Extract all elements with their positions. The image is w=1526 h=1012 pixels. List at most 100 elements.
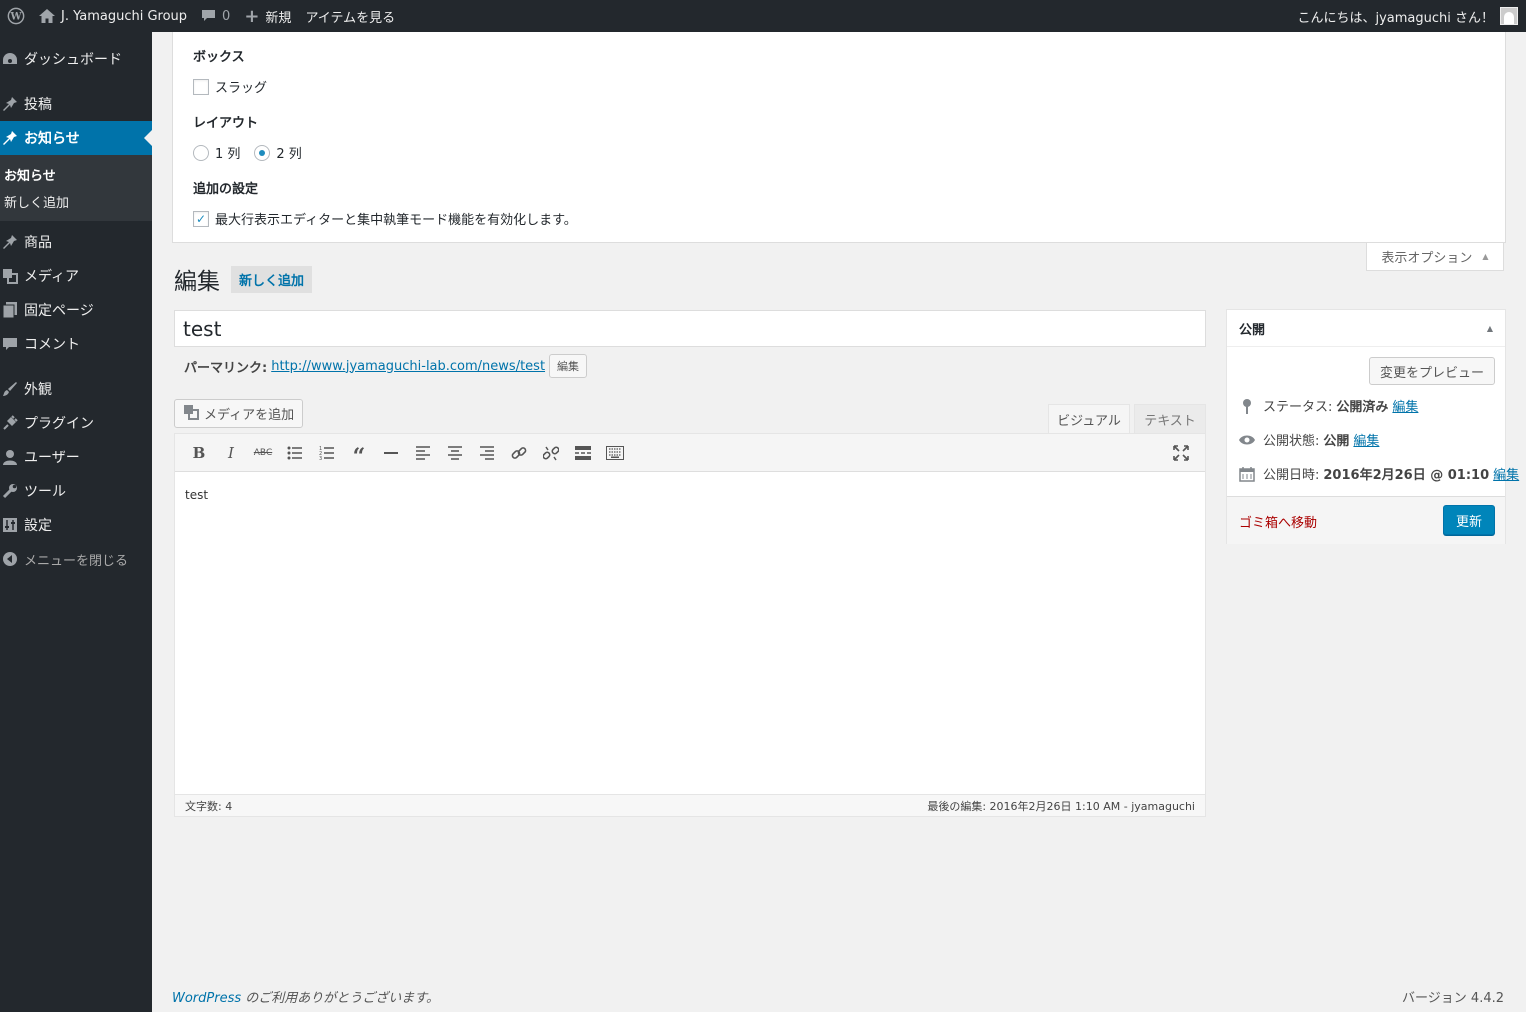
page-icon — [0, 302, 24, 318]
blockquote-icon[interactable]: “ — [343, 439, 375, 470]
my-account-link[interactable]: こんにちは、jyamaguchi さん！ — [1290, 0, 1526, 32]
plugin-icon — [0, 415, 24, 431]
visibility-value: 公開 — [1323, 434, 1350, 449]
avatar — [1500, 7, 1518, 25]
pin-icon — [0, 130, 24, 146]
add-new-button[interactable]: 新しく追加 — [231, 265, 313, 293]
post-title-input[interactable] — [174, 310, 1206, 347]
checkmark-icon: ✓ — [195, 211, 207, 226]
menu-pages[interactable]: 固定ページ — [0, 293, 152, 327]
menu-dashboard[interactable]: ダッシュボード — [0, 42, 152, 76]
read-more-icon[interactable] — [567, 439, 599, 467]
menu-label: ユーザー — [24, 450, 80, 466]
menu-settings[interactable]: 設定 — [0, 508, 152, 542]
bold-icon[interactable]: B — [183, 439, 215, 467]
layout-2col-label: 2 列 — [276, 147, 302, 162]
menu-media[interactable]: メディア — [0, 259, 152, 293]
menu-appearance[interactable]: 外観 — [0, 372, 152, 406]
wordpress-link[interactable]: WordPress — [172, 991, 241, 1006]
menu-news[interactable]: お知らせ — [0, 121, 152, 155]
menu-plugins[interactable]: プラグイン — [0, 406, 152, 440]
menu-label: 設定 — [24, 518, 52, 534]
editor-expand-checkbox[interactable]: ✓ — [193, 210, 209, 227]
menu-users[interactable]: ユーザー — [0, 440, 152, 474]
menu-comments[interactable]: コメント — [0, 327, 152, 361]
horizontal-line-icon[interactable] — [375, 439, 407, 467]
pin-icon — [0, 234, 24, 250]
eye-icon — [1237, 434, 1257, 446]
arrow-up-icon: ▲ — [1482, 252, 1489, 261]
footer-thanks: WordPress のご利用ありがとうございます。 — [172, 987, 439, 1006]
comments-link[interactable]: 0 — [194, 0, 237, 32]
slug-label: スラッグ — [215, 81, 268, 96]
visibility-row: 公開状態: 公開 編集 — [1237, 430, 1379, 449]
status-edit-link[interactable]: 編集 — [1392, 396, 1418, 415]
visibility-edit-link[interactable]: 編集 — [1353, 430, 1379, 449]
layout-2col-radio[interactable] — [254, 144, 271, 161]
italic-icon[interactable]: I — [215, 439, 247, 467]
publish-header[interactable]: 公開 ▲ — [1227, 310, 1505, 347]
collapse-menu-button[interactable]: メニューを閉じる — [0, 542, 152, 576]
pin-icon — [0, 96, 24, 112]
page-title: 編集 — [174, 269, 220, 295]
fullscreen-icon[interactable] — [1165, 439, 1197, 467]
layout-1col-radio[interactable] — [193, 144, 209, 161]
footer-thanks-text: のご利用ありがとうございます。 — [241, 991, 439, 1006]
editor-content-area[interactable]: test — [175, 472, 1205, 794]
preview-button[interactable]: 変更をプレビュー — [1368, 357, 1495, 385]
permalink-link[interactable]: http://www.jyamaguchi-lab.com/news/test — [271, 359, 545, 374]
menu-tools[interactable]: ツール — [0, 474, 152, 508]
visibility-label: 公開状態: — [1263, 434, 1320, 449]
layout-heading: レイアウト — [193, 116, 259, 131]
editor-toolbar: B I ABC 123 “ — [175, 434, 1205, 472]
layout-options: 1 列 2 列 — [193, 143, 1485, 162]
admin-bar: W J. Yamaguchi Group 0 + 新規 アイテムを見る こんにち… — [0, 0, 1526, 32]
collapse-label: メニューを閉じる — [24, 553, 129, 569]
wordpress-logo[interactable]: W — [0, 0, 32, 32]
submenu-news-all[interactable]: お知らせ — [0, 161, 152, 188]
toolbar-toggle-icon[interactable] — [599, 439, 631, 467]
new-content-link[interactable]: + 新規 — [237, 0, 298, 32]
align-right-icon[interactable] — [471, 439, 503, 467]
date-edit-link[interactable]: 編集 — [1493, 464, 1519, 483]
link-icon[interactable] — [503, 439, 535, 467]
svg-text:W: W — [9, 12, 22, 23]
numbered-list-icon[interactable]: 123 — [311, 439, 343, 467]
page-heading: 編集 新しく追加 — [174, 262, 313, 296]
permalink-edit-button[interactable]: 編集 — [549, 354, 588, 378]
menu-posts[interactable]: 投稿 — [0, 87, 152, 121]
site-name-link[interactable]: J. Yamaguchi Group — [32, 0, 194, 32]
update-button[interactable]: 更新 — [1443, 505, 1495, 535]
align-left-icon[interactable] — [407, 439, 439, 467]
editor-expand-option[interactable]: ✓ 最大行表示エディターと集中執筆モード機能を有効化します。 — [193, 209, 1485, 228]
word-count: 文字数: 4 — [185, 799, 233, 813]
align-center-icon[interactable] — [439, 439, 471, 467]
view-item-link[interactable]: アイテムを見る — [298, 0, 402, 32]
slug-option[interactable]: スラッグ — [193, 77, 1485, 96]
arrow-up-icon[interactable]: ▲ — [1487, 324, 1493, 333]
move-to-trash-link[interactable]: ゴミ箱へ移動 — [1239, 512, 1317, 531]
unlink-icon[interactable] — [535, 439, 567, 467]
greeting: こんにちは、jyamaguchi さん！ — [1297, 10, 1494, 26]
bullet-list-icon[interactable] — [279, 439, 311, 467]
comment-icon — [0, 337, 24, 351]
permalink-label: パーマリンク: — [184, 360, 268, 376]
add-media-button[interactable]: メディアを追加 — [174, 399, 304, 428]
plus-icon: + — [244, 5, 260, 27]
tab-visual[interactable]: ビジュアル — [1048, 404, 1130, 434]
submenu-add-new[interactable]: 新しく追加 — [0, 188, 152, 215]
screen-options-panel: ボックス スラッグ レイアウト 1 列 2 列 追加の設定 ✓ 最大行表示エディ… — [172, 32, 1506, 243]
extra-heading: 追加の設定 — [193, 182, 259, 197]
menu-label: 商品 — [24, 235, 52, 251]
slug-checkbox[interactable] — [193, 78, 209, 95]
menu-products[interactable]: 商品 — [0, 225, 152, 259]
permalink-row: パーマリンク: http://www.jyamaguchi-lab.com/ne… — [184, 354, 588, 378]
status-label: ステータス: — [1263, 400, 1333, 415]
admin-menu: ダッシュボード 投稿 お知らせ お知らせ 新しく追加 商品 メディア 固定ページ — [0, 32, 152, 1012]
menu-label: 固定ページ — [24, 303, 94, 319]
screen-options-tab[interactable]: 表示オプション ▲ — [1366, 243, 1504, 271]
news-submenu: お知らせ 新しく追加 — [0, 155, 152, 221]
pin-icon — [1237, 398, 1257, 414]
strikethrough-icon[interactable]: ABC — [247, 439, 279, 467]
tab-text[interactable]: テキスト — [1134, 404, 1206, 434]
